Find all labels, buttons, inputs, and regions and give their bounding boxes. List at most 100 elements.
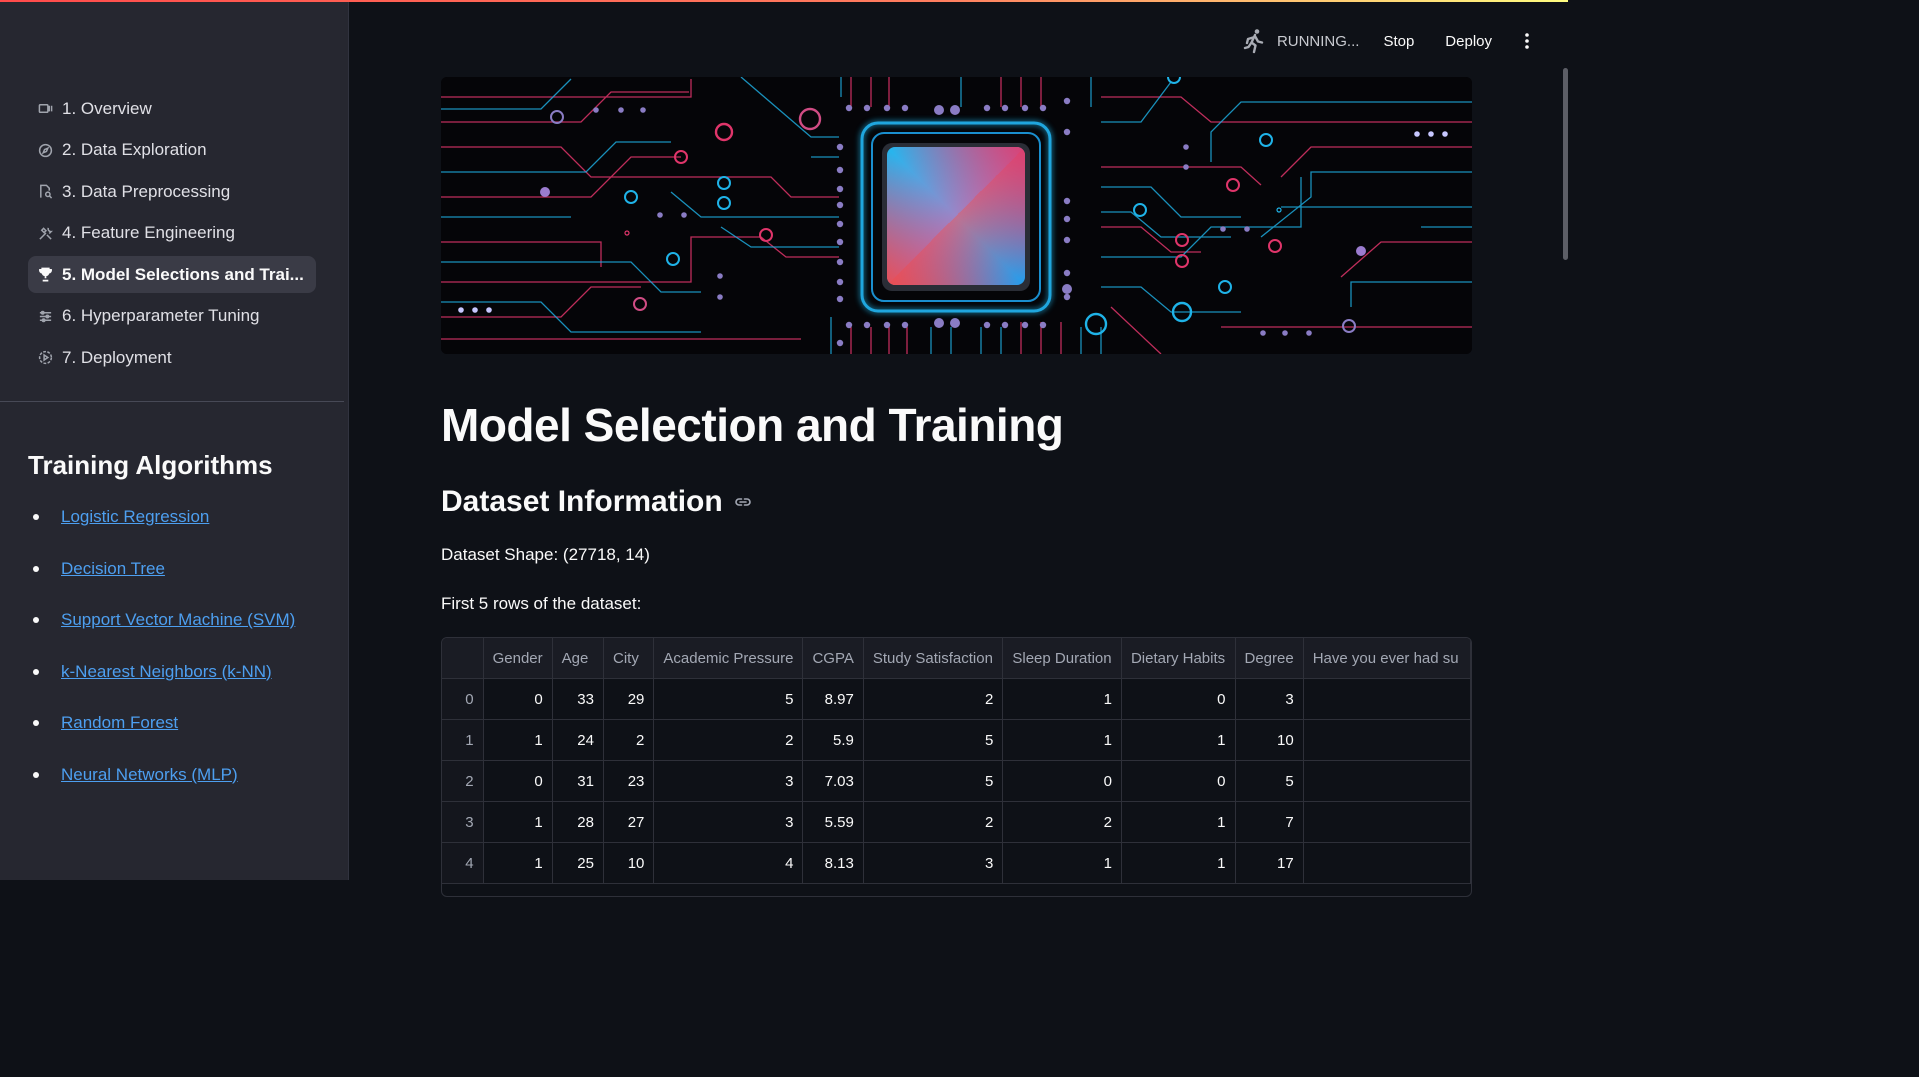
table-cell[interactable]	[1303, 719, 1471, 761]
main-menu-button[interactable]	[1517, 31, 1537, 51]
column-header[interactable]: City	[603, 638, 655, 679]
table-cell[interactable]: 5.9	[802, 719, 864, 761]
table-cell[interactable]: 7	[1235, 801, 1304, 843]
table-cell[interactable]: 25	[552, 842, 604, 884]
table-cell[interactable]	[1303, 760, 1471, 802]
table-cell[interactable]: 0	[483, 678, 553, 720]
table-cell[interactable]: 31	[552, 760, 604, 802]
column-header[interactable]: CGPA	[802, 638, 864, 679]
algorithm-link-neural-networks[interactable]: Neural Networks (MLP)	[61, 763, 238, 787]
document-search-icon	[37, 184, 53, 200]
table-cell[interactable]: 0	[1121, 678, 1236, 720]
table-cell[interactable]: 3	[863, 842, 1004, 884]
table-cell[interactable]: 27	[603, 801, 655, 843]
deploy-button[interactable]: Deploy	[1445, 33, 1492, 50]
nav-item-deployment[interactable]: 7. Deployment	[28, 339, 316, 376]
stop-button[interactable]: Stop	[1383, 33, 1414, 50]
algorithm-list: Logistic Regression Decision Tree Suppor…	[28, 505, 295, 814]
row-index: 3	[442, 801, 484, 843]
table-cell[interactable]: 3	[1235, 678, 1304, 720]
table-cell[interactable]: 10	[1235, 719, 1304, 761]
row-index: 1	[442, 719, 484, 761]
column-header[interactable]: Study Satisfaction	[863, 638, 1004, 679]
algorithm-link-svm[interactable]: Support Vector Machine (SVM)	[61, 608, 295, 632]
table-cell[interactable]: 0	[483, 760, 553, 802]
more-vertical-icon	[1525, 33, 1529, 49]
sidebar-divider	[0, 401, 344, 402]
section-heading: Dataset Information	[441, 485, 753, 519]
table-cell[interactable]: 1	[1002, 719, 1122, 761]
table-cell[interactable]: 3	[653, 801, 804, 843]
algorithm-link-logistic-regression[interactable]: Logistic Regression	[61, 505, 209, 529]
column-header[interactable]	[442, 638, 484, 679]
table-cell[interactable]: 17	[1235, 842, 1304, 884]
table-row: 2 0 31 23 3 7.03 5 0 0 5	[442, 760, 1471, 802]
table-cell[interactable]: 1	[483, 801, 553, 843]
row-index: 0	[442, 678, 484, 720]
app-header: RUNNING... Stop Deploy	[1243, 26, 1568, 56]
table-cell[interactable]: 1	[1121, 719, 1236, 761]
link-icon[interactable]	[733, 492, 753, 512]
table-cell[interactable]: 1	[483, 842, 553, 884]
table-cell[interactable]: 1	[1121, 801, 1236, 843]
list-item: Support Vector Machine (SVM)	[28, 608, 295, 660]
table-cell[interactable]: 24	[552, 719, 604, 761]
table-cell[interactable]: 0	[1002, 760, 1122, 802]
first-rows-text: First 5 rows of the dataset:	[441, 594, 642, 613]
column-header[interactable]: Dietary Habits	[1121, 638, 1236, 679]
table-cell[interactable]: 5	[863, 719, 1004, 761]
nav-item-overview[interactable]: 1. Overview	[28, 90, 316, 127]
page-scrollbar[interactable]	[1563, 68, 1568, 260]
table-cell[interactable]	[1303, 801, 1471, 843]
table-cell[interactable]: 7.03	[802, 760, 864, 802]
algorithm-link-knn[interactable]: k-Nearest Neighbors (k-NN)	[61, 660, 272, 684]
table-cell[interactable]	[1303, 678, 1471, 720]
table-cell[interactable]: 5	[863, 760, 1004, 802]
nav-item-hyperparameter-tuning[interactable]: 6. Hyperparameter Tuning	[28, 298, 316, 335]
column-header[interactable]: Gender	[483, 638, 553, 679]
dataset-shape-text: Dataset Shape: (27718, 14)	[441, 545, 650, 564]
nav-item-data-exploration[interactable]: 2. Data Exploration	[28, 132, 316, 169]
table-cell[interactable]	[1303, 842, 1471, 884]
table-cell[interactable]: 2	[863, 678, 1004, 720]
table-cell[interactable]: 1	[1002, 842, 1122, 884]
table-cell[interactable]: 1	[1002, 678, 1122, 720]
table-cell[interactable]: 5	[1235, 760, 1304, 802]
table-cell[interactable]: 3	[653, 760, 804, 802]
table-cell[interactable]: 8.13	[802, 842, 864, 884]
column-header[interactable]: Degree	[1235, 638, 1304, 679]
dataframe-table[interactable]: Gender Age City Academic Pressure CGPA S…	[441, 637, 1472, 897]
list-item: Decision Tree	[28, 557, 295, 609]
nav-item-label: 6. Hyperparameter Tuning	[62, 306, 260, 325]
table-cell[interactable]: 5.59	[802, 801, 864, 843]
table-cell[interactable]: 0	[1121, 760, 1236, 802]
column-header[interactable]: Sleep Duration	[1002, 638, 1122, 679]
list-item: Random Forest	[28, 711, 295, 763]
column-header[interactable]: Academic Pressure	[653, 638, 804, 679]
nav-item-label: 1. Overview	[62, 98, 152, 118]
nav-item-data-preprocessing[interactable]: 3. Data Preprocessing	[28, 173, 316, 210]
table-cell[interactable]: 29	[603, 678, 655, 720]
column-header[interactable]: Age	[552, 638, 604, 679]
column-header[interactable]: Have you ever had su	[1303, 638, 1471, 679]
nav-item-model-selection[interactable]: 5. Model Selections and Trai...	[28, 256, 316, 293]
running-label: RUNNING...	[1276, 32, 1360, 50]
table-cell[interactable]: 5	[653, 678, 804, 720]
table-cell[interactable]: 10	[603, 842, 655, 884]
table-cell[interactable]: 2	[603, 719, 655, 761]
table-cell[interactable]: 23	[603, 760, 655, 802]
table-cell[interactable]: 2	[863, 801, 1004, 843]
table-cell[interactable]: 8.97	[802, 678, 864, 720]
table-cell[interactable]: 33	[552, 678, 604, 720]
running-status: RUNNING...	[1243, 28, 1360, 54]
algorithm-link-random-forest[interactable]: Random Forest	[61, 711, 178, 735]
table-cell[interactable]: 28	[552, 801, 604, 843]
table-cell[interactable]: 2	[653, 719, 804, 761]
table-cell[interactable]: 1	[483, 719, 553, 761]
algorithm-link-decision-tree[interactable]: Decision Tree	[61, 557, 165, 581]
table-cell[interactable]: 1	[1121, 842, 1236, 884]
data-table: Gender Age City Academic Pressure CGPA S…	[442, 638, 1471, 884]
table-cell[interactable]: 4	[653, 842, 804, 884]
table-cell[interactable]: 2	[1002, 801, 1122, 843]
nav-item-feature-engineering[interactable]: 4. Feature Engineering	[28, 215, 316, 252]
